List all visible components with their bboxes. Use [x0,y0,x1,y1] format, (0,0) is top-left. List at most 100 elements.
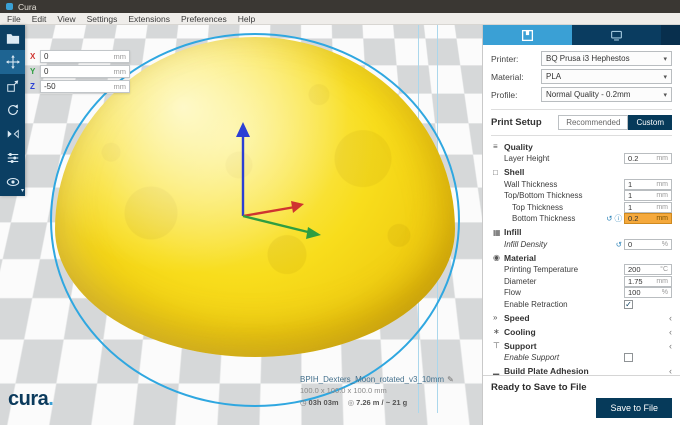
position-row-x: X0mm [30,50,130,63]
unit-label: mm [656,155,668,162]
setting-row: Layer Height0.2mm [493,153,672,165]
unit-label: mm [114,82,127,91]
section-support[interactable]: ⊤Support‹ [493,339,672,352]
tool-move[interactable] [0,50,25,74]
cura-logo: cura. [8,388,53,411]
menu-file[interactable]: File [7,14,21,24]
quality-icon: ≡ [493,142,504,151]
setting-control: 0% [624,239,672,250]
setting-control: 200°C [624,264,672,275]
tool-rotate[interactable] [0,98,25,122]
axis-gizmo[interactable] [176,121,336,256]
section-speed[interactable]: »Speed‹ [493,311,672,324]
printing-temperature-input[interactable]: 200°C [624,264,672,275]
info-icon[interactable]: ⓘ [615,213,623,224]
unit-label: % [662,241,668,248]
setting-row: Bottom Thickness↺ⓘ0.2mm [493,213,672,225]
viewport-3d[interactable]: X0mmY0mmZ-50mm BPIH_Dexters_Moon_rotated… [0,25,482,425]
tab-prepare[interactable] [483,25,572,45]
section-build-plate-adhesion[interactable]: ▂Build Plate Adhesion‹ [493,365,672,376]
reset-icon[interactable]: ↺ [606,214,612,223]
unit-label: mm [656,192,668,199]
infill-density-input[interactable]: 0% [624,239,672,250]
layer-height-input[interactable]: 0.2mm [624,153,672,164]
z-position-input[interactable]: -50mm [40,80,130,93]
section-title: Infill [504,227,672,237]
enable-support-checkbox[interactable] [624,353,633,362]
machine-label: Profile: [491,90,541,100]
x-position-input[interactable]: 0mm [40,50,130,63]
cura-window: Cura File Edit View Settings Extensions Prefe… [0,0,680,425]
print-setup-title: Print Setup [491,117,542,128]
tool-mirror[interactable] [0,122,25,146]
settings-panel: Printer:BQ Prusa i3 Hephestos▾Material:P… [482,25,680,425]
position-panel: X0mmY0mmZ-50mm [30,50,130,95]
menu-edit[interactable]: Edit [32,14,47,24]
save-to-file-button[interactable]: Save to File [596,398,672,418]
setting-control [624,353,672,362]
print-setup-recommended[interactable]: Recommended [558,115,628,130]
machine-row: Profile:Normal Quality - 0.2mm▾ [491,87,672,102]
menu-preferences[interactable]: Preferences [181,14,227,24]
tool-scale[interactable] [0,74,25,98]
y-position-input[interactable]: 0mm [40,65,130,78]
tool-open-file[interactable] [0,26,25,50]
setting-row: Enable Retraction✓ [493,299,672,311]
mirror-icon [6,127,20,141]
select-value: BQ Prusa i3 Hephestos [546,54,663,63]
printer-select[interactable]: BQ Prusa i3 Hephestos▾ [541,51,672,66]
chevron-down-icon: ▾ [663,55,667,63]
setting-row: Flow100% [493,287,672,299]
section-cooling[interactable]: ∗Cooling‹ [493,325,672,338]
axis-label-z: Z [30,82,40,91]
input-value: 1 [628,191,656,200]
input-value: 0.2 [628,154,656,163]
tab-monitor[interactable] [572,25,661,45]
menu-help[interactable]: Help [238,14,255,24]
scale-icon [6,79,20,93]
diameter-input[interactable]: 1.75mm [624,276,672,287]
enable-retraction-checkbox[interactable]: ✓ [624,300,633,309]
setting-row: Diameter1.75mm [493,276,672,288]
machine-selection: Printer:BQ Prusa i3 Hephestos▾Material:P… [483,45,680,108]
z-axis-arrow[interactable] [236,122,250,216]
bottom-thickness-input[interactable]: 0.2mm [624,213,672,224]
select-value: Normal Quality - 0.2mm [546,90,663,99]
position-value: -50 [44,82,114,91]
reset-icon[interactable]: ↺ [616,240,622,249]
chevron-left-icon: ‹ [669,366,672,375]
material-select[interactable]: PLA▾ [541,69,672,84]
setting-label: Top/Bottom Thickness [504,191,624,200]
unit-label: °C [660,266,668,273]
menu-view[interactable]: View [57,14,75,24]
section-shell[interactable]: □Shell [493,166,672,179]
top-bottom-thickness-input[interactable]: 1mm [624,190,672,201]
y-axis-arrow[interactable] [243,216,321,239]
machine-row: Material:PLA▾ [491,69,672,84]
section-infill[interactable]: ▦Infill [493,226,672,239]
wall-thickness-input[interactable]: 1mm [624,179,672,190]
filament-icon: ◎ [348,398,355,407]
unit-label: mm [656,215,668,222]
setting-control: 1mm [624,190,672,201]
menu-settings[interactable]: Settings [87,14,118,24]
profile-select[interactable]: Normal Quality - 0.2mm▾ [541,87,672,102]
section-material[interactable]: ◉Material [493,251,672,264]
top-thickness-input[interactable]: 1mm [624,202,672,213]
menu-extensions[interactable]: Extensions [128,14,170,24]
section-title: Cooling [504,327,669,337]
print-setup-mode-switch: RecommendedCustom [558,115,672,130]
print-setup-custom[interactable]: Custom [628,115,672,130]
setting-control: 1.75mm [624,276,672,287]
section-quality[interactable]: ≡Quality [493,140,672,153]
tool-view-mode[interactable]: ▾ [0,170,25,194]
select-value: PLA [546,72,663,81]
section-title: Material [504,253,672,263]
window-title: Cura [18,2,36,12]
setting-label: Wall Thickness [504,180,624,189]
model-name: BPIH_Dexters_Moon_rotated_v3_10mm [300,375,444,384]
tool-per-model-settings[interactable] [0,146,25,170]
x-axis-arrow[interactable] [243,201,304,216]
flow-input[interactable]: 100% [624,287,672,298]
edit-name-icon[interactable]: ✎ [447,375,454,384]
